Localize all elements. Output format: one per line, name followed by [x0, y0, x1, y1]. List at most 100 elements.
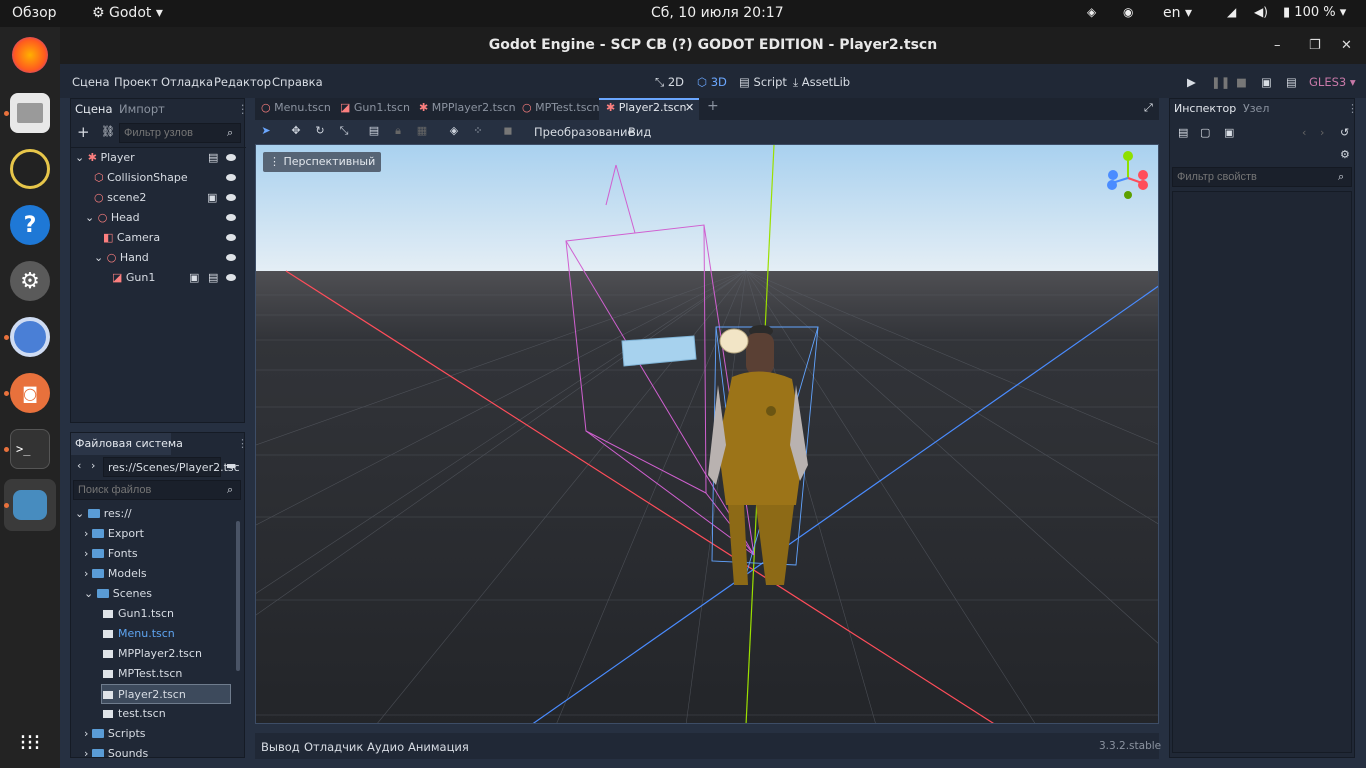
tree-row-head[interactable]: ⌄ ○ Head [85, 208, 140, 228]
file-item-export[interactable]: › Export [84, 524, 144, 544]
tree-row-scene2[interactable]: ○ scene2 [94, 188, 146, 208]
menu-scene[interactable]: Сцена [72, 75, 110, 89]
menu-project[interactable]: Проект [114, 75, 158, 89]
dock-menu-icon[interactable]: ⋮ [1347, 102, 1358, 115]
new-resource-icon[interactable]: ▤ [1178, 123, 1188, 143]
tree-row-collisionshape[interactable]: ⬡ CollisionShape [94, 168, 188, 188]
view-menu[interactable]: Вид [628, 125, 651, 139]
script-icon[interactable]: ▤ [208, 148, 218, 168]
scene-tab-gun1[interactable]: ◪ Gun1.tscn [340, 101, 410, 114]
save-resource-icon[interactable]: ▣ [1224, 123, 1234, 143]
back-icon[interactable]: ‹ [77, 456, 81, 476]
open-scene-icon[interactable]: ▣ [189, 268, 199, 288]
select-mode-icon[interactable]: ➤ [259, 124, 273, 138]
scale-mode-icon[interactable]: ⤡ [337, 124, 351, 138]
file-item-mptest[interactable]: MPTest.tscn [103, 664, 182, 684]
activities-button[interactable]: Обзор [12, 5, 57, 21]
audio-tab[interactable]: Аудио [367, 740, 404, 754]
history-back-icon[interactable]: ‹ [1302, 123, 1306, 143]
wifi-icon[interactable]: ◢ [1227, 5, 1236, 19]
file-item-scripts[interactable]: › Scripts [84, 724, 146, 744]
scrollbar[interactable] [236, 521, 240, 671]
group-icon[interactable]: ▦ [415, 124, 429, 138]
tab-import[interactable]: Импорт [119, 102, 165, 116]
file-item-models[interactable]: › Models [84, 564, 147, 584]
add-node-button[interactable]: + [77, 122, 90, 142]
minimize-button[interactable]: – [1274, 27, 1281, 64]
dock-menu-icon[interactable]: ⋮ [237, 102, 249, 116]
settings-icon[interactable]: ⚙ [10, 261, 50, 301]
tab-scene[interactable]: Сцена [75, 102, 113, 116]
scene-tab-mpplayer2[interactable]: ✱ MPPlayer2.tscn [419, 101, 516, 114]
link-icon[interactable]: ⛓ [101, 122, 115, 142]
stop-icon[interactable]: ■ [1236, 75, 1247, 89]
scene-tab-menu[interactable]: ○ Menu.tscn [261, 101, 331, 114]
volume-icon[interactable]: ◀) [1254, 5, 1268, 19]
visibility-icon[interactable] [226, 194, 236, 201]
list-select-icon[interactable]: ▤ [367, 124, 381, 138]
history-icon[interactable]: ↺ [1340, 123, 1349, 143]
workspace-3d-button[interactable]: ⬡ 3D [697, 75, 727, 89]
tree-row-hand[interactable]: ⌄ ○ Hand [94, 248, 149, 268]
file-item-gun1[interactable]: Gun1.tscn [103, 604, 174, 624]
workspace-2d-button[interactable]: ⤡ 2D [655, 75, 684, 90]
file-item-menu[interactable]: Menu.tscn [103, 624, 175, 644]
menu-debug[interactable]: Отладка [161, 75, 213, 89]
debugger-tab[interactable]: Отладчик [304, 740, 363, 754]
file-item-mpplayer2[interactable]: MPPlayer2.tscn [103, 644, 202, 664]
tree-row-gun1[interactable]: ◪ Gun1 [112, 268, 155, 288]
tree-row-camera[interactable]: ◧ Camera [103, 228, 160, 248]
close-tab-icon[interactable]: ✕ [685, 101, 694, 114]
play-custom-scene-icon[interactable]: ▤ [1286, 75, 1297, 89]
load-resource-icon[interactable]: ▢ [1200, 123, 1210, 143]
visibility-icon[interactable] [226, 234, 236, 241]
menu-help[interactable]: Справка [272, 75, 323, 89]
maximize-button[interactable]: ❐ [1309, 27, 1321, 64]
path-field[interactable]: res://Scenes/Player2.tsc [103, 457, 240, 477]
file-item-res[interactable]: ⌄ res:// [75, 504, 132, 524]
godot-dock-item[interactable] [4, 479, 56, 531]
tab-node[interactable]: Узел [1243, 102, 1269, 115]
3d-viewport[interactable]: ⋮ Перспективный [255, 144, 1159, 724]
visibility-icon[interactable] [226, 274, 236, 281]
tree-row-player[interactable]: ⌄ ✱ Player [75, 148, 135, 168]
firefox-icon[interactable] [12, 37, 48, 73]
scene-tab-player2[interactable]: ✱ Player2.tscn [606, 101, 687, 114]
visibility-icon[interactable] [226, 214, 236, 221]
close-button[interactable]: ✕ [1341, 27, 1352, 64]
tab-filesystem[interactable]: Файловая система [75, 437, 183, 450]
menu-editor[interactable]: Редактор [214, 75, 271, 89]
perspective-menu[interactable]: ⋮ Перспективный [263, 152, 382, 172]
animation-tab[interactable]: Анимация [408, 740, 469, 754]
scene-tab-mptest[interactable]: ○ MPTest.tscn [522, 101, 599, 114]
app-menu[interactable]: ⚙ Godot ▾ [92, 5, 163, 21]
local-space-icon[interactable]: ◈ [447, 124, 461, 138]
settings-icon[interactable]: ⚙ [1340, 145, 1350, 165]
terminal-icon[interactable]: >_ [10, 429, 50, 469]
lock-icon[interactable]: 🔒︎ [391, 124, 405, 138]
script-icon[interactable]: ▤ [208, 268, 218, 288]
play-icon[interactable]: ▶ [1187, 75, 1196, 89]
transform-menu[interactable]: Преобразование [534, 125, 635, 139]
history-forward-icon[interactable]: › [1320, 123, 1324, 143]
shield-icon[interactable]: ◈ [1087, 5, 1096, 19]
chromium-icon[interactable] [10, 317, 50, 357]
renderer-select[interactable]: GLES3 ▾ [1309, 75, 1356, 89]
output-tab[interactable]: Вывод [261, 740, 300, 754]
tab-inspector[interactable]: Инспектор [1174, 102, 1236, 115]
file-search-input[interactable] [73, 480, 241, 500]
visibility-icon[interactable] [226, 254, 236, 261]
workspace-assetlib-button[interactable]: ⤓ AssetLib [793, 75, 850, 90]
discord-tray-icon[interactable]: ◉ [1123, 5, 1133, 19]
visibility-icon[interactable] [226, 174, 236, 181]
app-grid-icon[interactable]: ⁝⁝⁝ [10, 723, 50, 763]
property-filter-input[interactable] [1172, 167, 1352, 187]
node-filter-input[interactable] [119, 123, 241, 143]
camera-preview-icon[interactable]: ◼ [501, 124, 515, 138]
file-item-scenes[interactable]: ⌄ Scenes [84, 584, 152, 604]
language-indicator[interactable]: en ▾ [1163, 5, 1192, 21]
pause-icon[interactable]: ❚❚ [1211, 75, 1230, 89]
file-item-sounds[interactable]: › Sounds [84, 744, 148, 757]
snap-icon[interactable]: ⁘ [471, 124, 485, 138]
open-scene-icon[interactable]: ▣ [207, 188, 217, 208]
